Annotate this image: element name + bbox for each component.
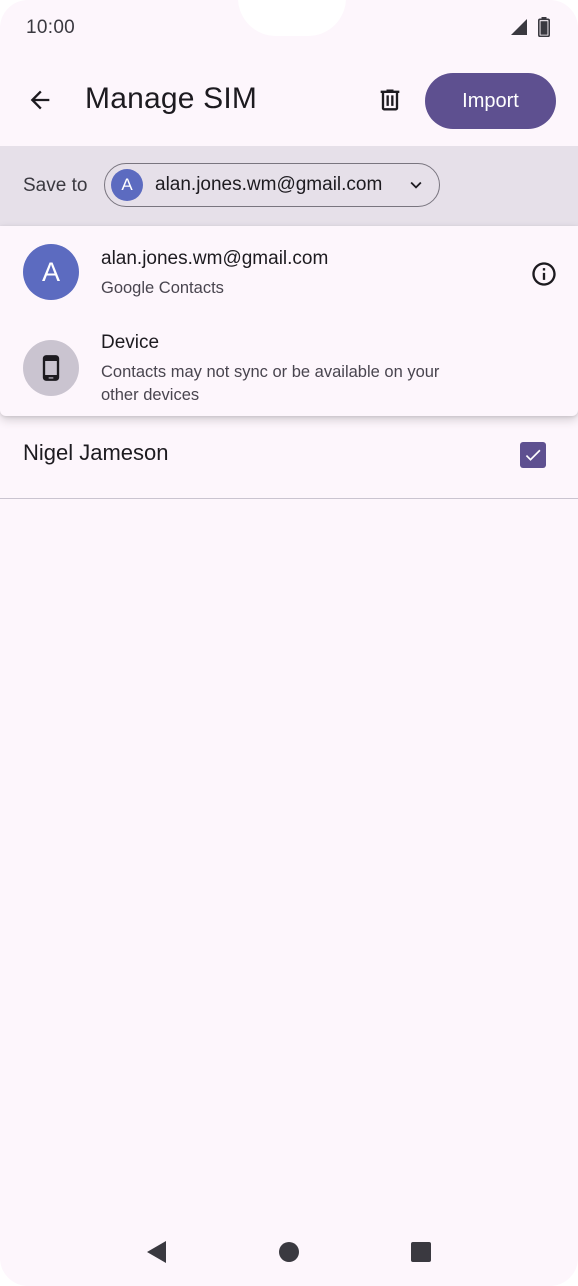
save-to-label: Save to — [23, 175, 88, 196]
device-title: Device — [101, 332, 160, 353]
contact-checkbox[interactable] — [520, 442, 546, 468]
import-button[interactable]: Import — [425, 73, 556, 129]
delete-button[interactable] — [368, 78, 412, 122]
signal-icon — [511, 19, 527, 35]
save-to-bar: Save to A alan.jones.wm@gmail.com — [0, 146, 578, 226]
contact-name: Nigel Jameson — [23, 440, 169, 465]
status-icons — [510, 17, 550, 37]
device-avatar — [23, 340, 79, 396]
google-account-email: alan.jones.wm@gmail.com — [101, 248, 329, 269]
status-bar: 10:00 — [0, 0, 578, 58]
nav-recents-icon[interactable] — [411, 1242, 431, 1262]
page-title: Manage SIM — [85, 82, 258, 115]
google-account-avatar: A — [23, 244, 79, 300]
screen: 10:00 Manage SIM Import Save to A alan.j… — [0, 0, 578, 1286]
chevron-down-icon — [410, 181, 422, 189]
battery-icon — [538, 17, 550, 37]
nav-home-icon[interactable] — [279, 1242, 299, 1262]
back-button[interactable] — [18, 78, 62, 122]
account-avatar: A — [111, 169, 143, 201]
arrow-back-icon — [30, 90, 50, 110]
account-selector[interactable]: A alan.jones.wm@gmail.com — [104, 163, 440, 207]
nav-back-icon[interactable] — [146, 1240, 168, 1264]
status-time: 10:00 — [26, 17, 76, 38]
dropdown-item-device[interactable]: Device Contacts may not sync or be avail… — [0, 316, 578, 416]
check-icon — [525, 449, 541, 461]
trash-icon — [380, 89, 400, 111]
app-bar: Manage SIM Import — [0, 58, 578, 146]
info-icon[interactable] — [530, 260, 558, 288]
account-email: alan.jones.wm@gmail.com — [155, 174, 383, 195]
dropdown-item-google-account[interactable]: A alan.jones.wm@gmail.com Google Contact… — [0, 226, 578, 316]
account-dropdown: A alan.jones.wm@gmail.com Google Contact… — [0, 226, 578, 416]
google-account-subtitle: Google Contacts — [101, 279, 224, 297]
device-subtitle: Contacts may not sync or be available on… — [101, 363, 440, 404]
contact-row[interactable]: Nigel Jameson — [0, 416, 578, 499]
smartphone-icon — [42, 355, 60, 381]
system-nav-bar — [0, 1216, 578, 1286]
